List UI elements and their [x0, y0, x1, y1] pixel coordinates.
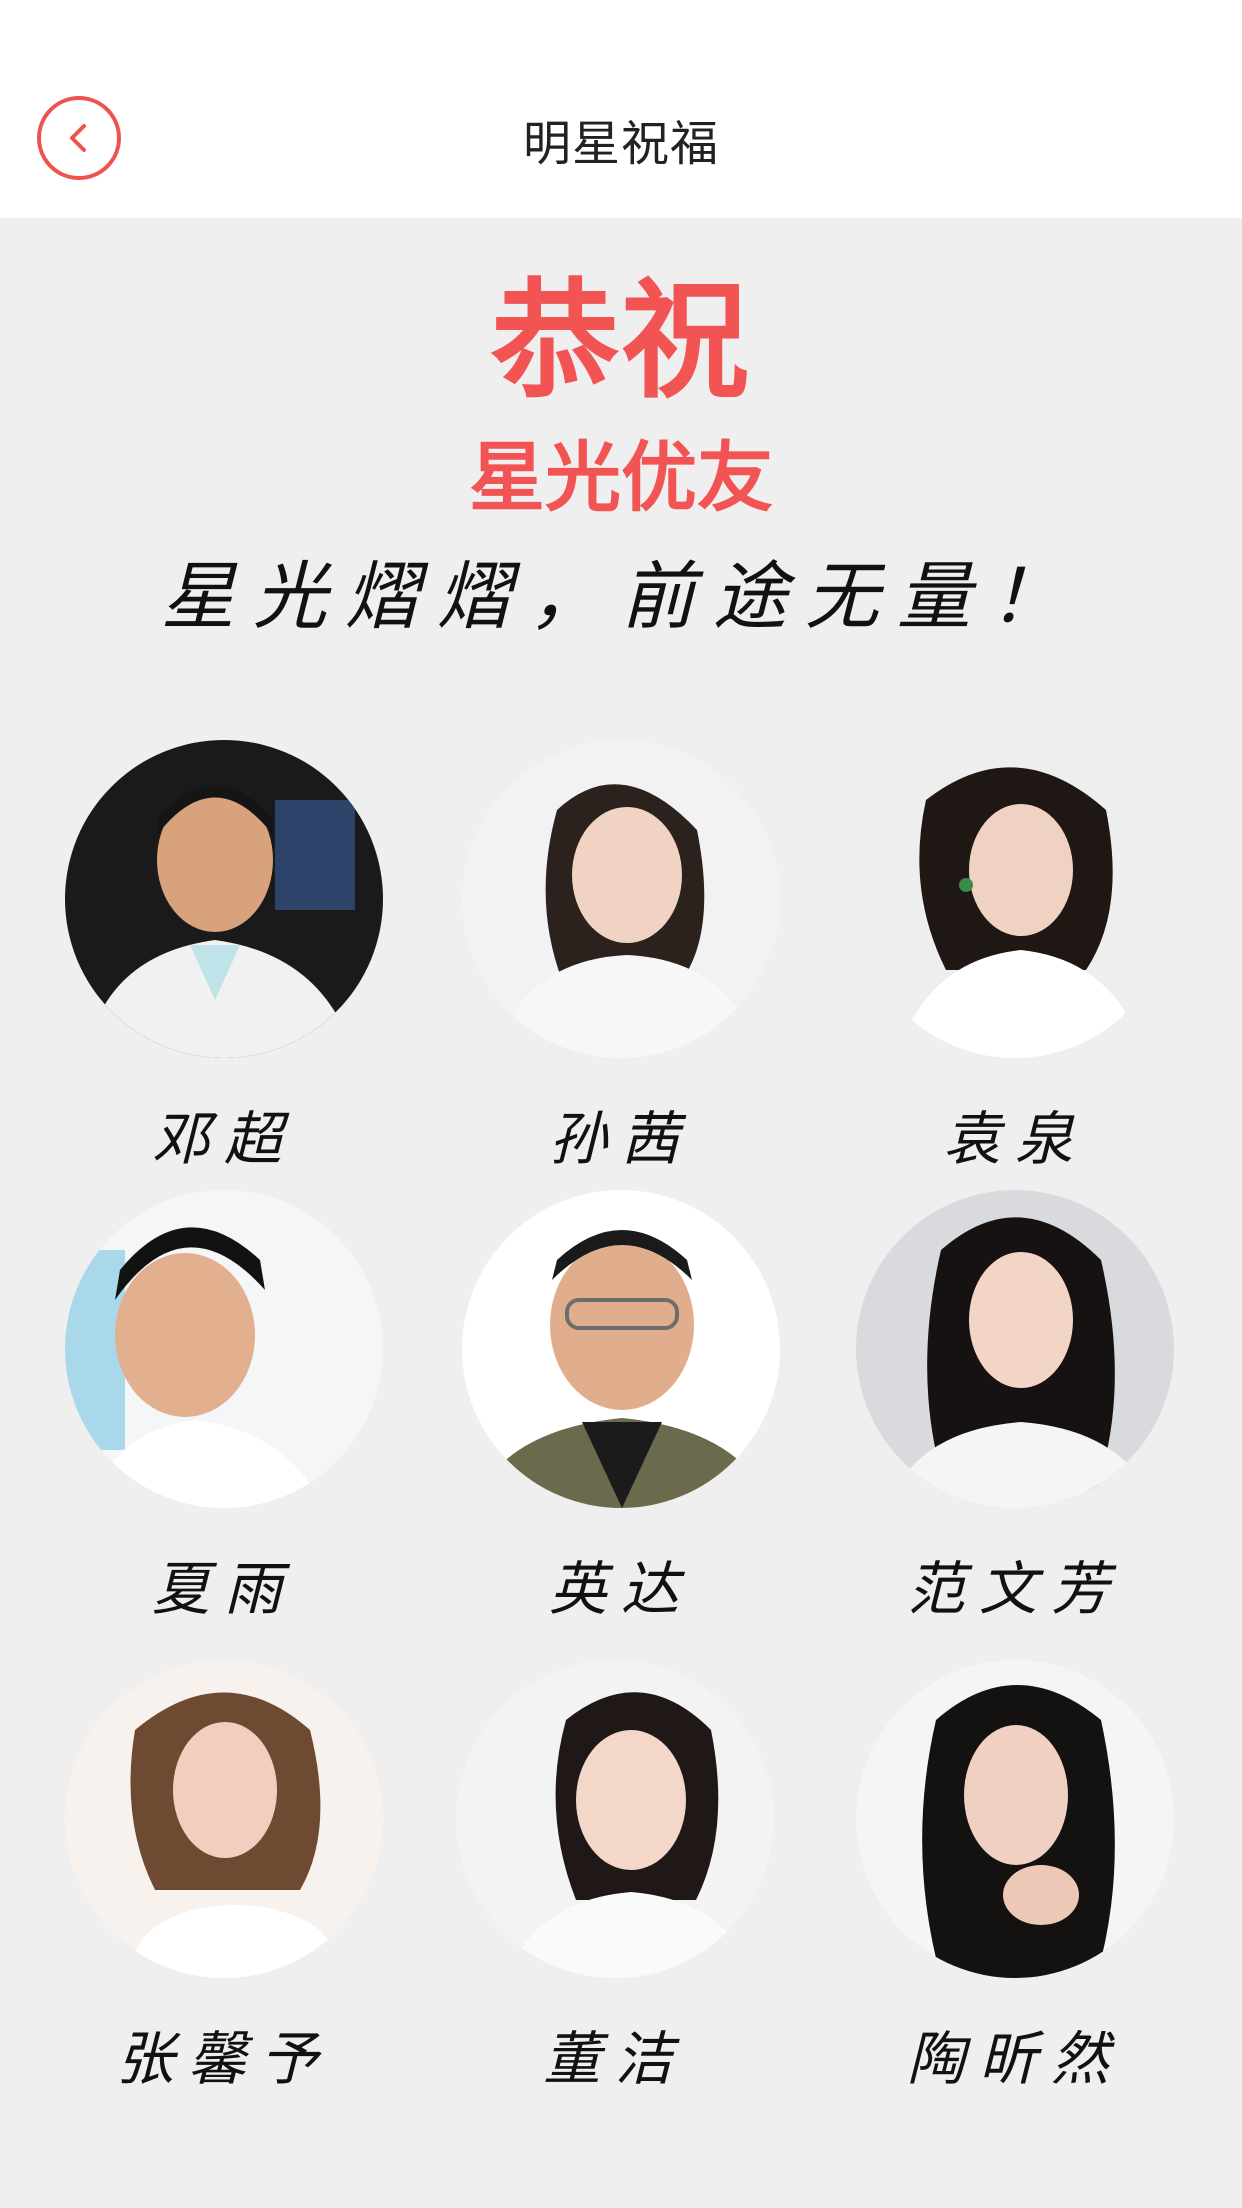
celebrity-name: 邓超	[151, 1105, 296, 1173]
celebrity-name: 范文芳	[906, 1555, 1123, 1623]
avatar	[856, 1190, 1174, 1508]
congrats-heading: 恭祝	[490, 267, 751, 416]
celebrity-name: 张馨予	[115, 2025, 332, 2093]
celebrity-card[interactable]: 范文芳	[855, 1190, 1175, 1618]
brand-subtitle: 星光优友	[469, 433, 773, 522]
page-title: 明星祝福	[522, 116, 719, 172]
celebrity-name: 袁泉	[942, 1105, 1087, 1173]
avatar	[65, 1190, 383, 1508]
celebrity-card[interactable]: 袁泉	[855, 740, 1175, 1168]
celebrity-name: 孙茜	[548, 1105, 693, 1173]
celebrity-card[interactable]: 董洁	[455, 1660, 775, 2088]
celebrity-name: 英达	[548, 1555, 693, 1623]
celebrity-name: 陶昕然	[906, 2025, 1123, 2093]
celebrity-card[interactable]: 英达	[461, 1190, 781, 1618]
avatar	[65, 740, 383, 1058]
celebrity-name: 夏雨	[151, 1555, 296, 1623]
celebrity-card[interactable]: 陶昕然	[855, 1660, 1175, 2088]
celebrity-card[interactable]: 孙茜	[461, 740, 781, 1168]
avatar	[856, 1660, 1174, 1978]
celebrity-card[interactable]: 夏雨	[64, 1190, 384, 1618]
celebrity-card[interactable]: 张馨予	[64, 1660, 384, 2088]
celebrity-name: 董洁	[542, 2025, 687, 2093]
motto-calligraphy: 星光熠熠，前途无量！	[161, 554, 1081, 640]
top-bar: 明星祝福	[0, 0, 1242, 218]
celebrity-card[interactable]: 邓超	[64, 740, 384, 1168]
avatar	[462, 1190, 780, 1508]
avatar	[462, 740, 780, 1058]
avatar	[65, 1660, 383, 1978]
avatar	[456, 1660, 774, 1978]
avatar	[856, 740, 1174, 1058]
